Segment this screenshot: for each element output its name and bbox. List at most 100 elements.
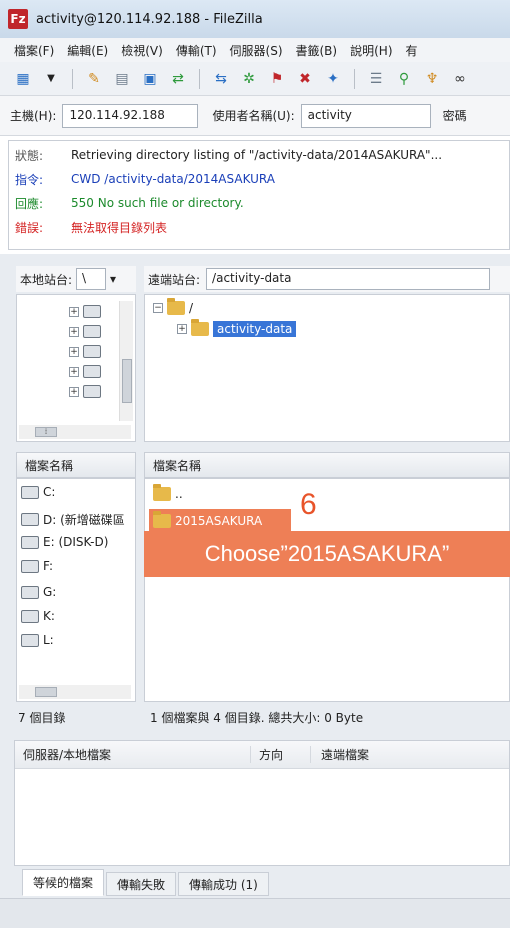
- drive-icon: [21, 585, 39, 599]
- queue-tabs: 等候的檔案 傳輸失敗 傳輸成功 (1): [14, 866, 510, 896]
- folder-icon: [167, 298, 185, 315]
- expand-icon[interactable]: +: [69, 306, 79, 317]
- list-item[interactable]: K:: [21, 609, 55, 623]
- tree-node-drive[interactable]: +: [69, 345, 101, 358]
- menu-bookmarks[interactable]: 書籤(B): [296, 42, 338, 59]
- tab-successful-transfers[interactable]: 傳輸成功 (1): [178, 872, 269, 896]
- compare-directories-icon[interactable]: ⚲: [393, 68, 415, 90]
- host-input[interactable]: 120.114.92.188: [62, 103, 199, 128]
- toggle-remote-tree-icon[interactable]: ▣: [139, 68, 161, 90]
- menu-edit[interactable]: 編輯(E): [67, 42, 108, 59]
- sync-browsing-icon[interactable]: ♆: [421, 68, 443, 90]
- quickconnect-bar: 主機(H): 120.114.92.188 使用者名稱(U): activity…: [0, 96, 510, 136]
- log-text: 550 No such file or directory.: [71, 196, 244, 210]
- list-item[interactable]: G:: [21, 585, 56, 599]
- local-directory-tree: + + + + + ⁞: [16, 294, 136, 442]
- drive-icon: [21, 485, 39, 499]
- menu-server[interactable]: 伺服器(S): [230, 42, 283, 59]
- tree-node-drive[interactable]: +: [69, 305, 101, 318]
- menu-more[interactable]: 有: [406, 42, 418, 59]
- list-item-label: ..: [175, 487, 183, 501]
- chevron-down-icon[interactable]: ▾: [110, 272, 116, 286]
- chevron-down-icon[interactable]: ▼: [40, 68, 62, 90]
- drive-icon: [83, 345, 101, 358]
- cancel-icon[interactable]: ⚑: [266, 68, 288, 90]
- directory-listing-filters-icon[interactable]: ☰: [365, 68, 387, 90]
- toolbar-separator: [72, 68, 73, 89]
- toggle-local-tree-icon[interactable]: ▤: [111, 68, 133, 90]
- list-item-2015asakura[interactable]: 2015ASAKURA: [149, 509, 291, 533]
- collapse-icon[interactable]: −: [153, 303, 163, 313]
- annotation-callout: Choose”2015ASAKURA”: [144, 531, 510, 577]
- local-list-header-filename[interactable]: 檔案名稱: [16, 452, 136, 478]
- queue-col-remote[interactable]: 遠端檔案: [311, 746, 369, 763]
- expand-icon[interactable]: +: [69, 366, 79, 377]
- log-label: 回應:: [15, 196, 44, 211]
- log-text: 無法取得目錄列表: [71, 220, 168, 235]
- local-site-bar: 本地站台: \ ▾: [16, 266, 136, 292]
- queue-col-direction[interactable]: 方向: [251, 746, 311, 763]
- list-item-label: E: (DISK-D): [43, 535, 109, 549]
- list-item[interactable]: L:: [21, 633, 54, 647]
- local-list-status: 7 個目錄: [18, 710, 66, 725]
- expand-icon[interactable]: +: [69, 386, 79, 397]
- process-queue-icon[interactable]: ✲: [238, 68, 260, 90]
- menu-transfer[interactable]: 傳輸(T): [176, 42, 217, 59]
- list-item-label: G:: [43, 585, 57, 599]
- tree-node-drive[interactable]: +: [69, 365, 101, 378]
- scrollbar-thumb[interactable]: ⁞: [35, 427, 57, 437]
- queue-col-server[interactable]: 伺服器/本地檔案: [15, 746, 251, 763]
- menu-help[interactable]: 說明(H): [350, 42, 392, 59]
- remote-list-header-filename[interactable]: 檔案名稱: [144, 452, 510, 478]
- list-item[interactable]: C:: [21, 485, 55, 499]
- tree-node-activity-data[interactable]: + activity-data: [177, 319, 297, 337]
- list-item[interactable]: F:: [21, 559, 53, 573]
- remote-site-input[interactable]: /activity-data: [206, 268, 491, 290]
- disconnect-icon[interactable]: ✖: [294, 68, 316, 90]
- site-manager-icon[interactable]: ▦: [12, 68, 34, 90]
- binoculars-icon[interactable]: ∞: [449, 68, 471, 90]
- filezilla-logo-icon: Fz: [8, 9, 28, 29]
- card-drive-icon: [21, 633, 39, 647]
- folder-icon: [153, 511, 171, 528]
- toggle-queue-icon[interactable]: ⇄: [167, 68, 189, 90]
- toggle-log-icon[interactable]: ✎: [83, 68, 105, 90]
- local-site-input[interactable]: \: [76, 268, 107, 290]
- log-line-error: 錯誤: 無法取得目錄列表: [15, 215, 503, 239]
- expand-icon[interactable]: +: [177, 324, 187, 334]
- list-item-parent[interactable]: ..: [153, 484, 183, 501]
- card-drive-icon: [21, 609, 39, 623]
- title-bar: Fz activity@120.114.92.188 - FileZilla: [0, 0, 510, 38]
- reconnect-icon[interactable]: ✦: [322, 68, 344, 90]
- list-item-label: D: (新增磁碟區: [43, 513, 125, 527]
- tree-node-root[interactable]: − /: [153, 298, 193, 315]
- menu-file[interactable]: 檔案(F): [14, 42, 54, 59]
- expand-icon[interactable]: +: [69, 346, 79, 357]
- local-tree-vertical-scrollbar[interactable]: [119, 301, 133, 421]
- tab-queued-files[interactable]: 等候的檔案: [22, 869, 105, 896]
- list-item-label: C:: [43, 485, 56, 499]
- refresh-icon[interactable]: ⇆: [210, 68, 232, 90]
- log-label: 指令:: [15, 172, 44, 187]
- tree-node-drive[interactable]: +: [69, 325, 101, 338]
- toolbar-separator: [199, 68, 200, 89]
- remote-site-bar: 遠端站台: /activity-data: [144, 266, 510, 292]
- list-item[interactable]: D: (新增磁碟區: [21, 511, 125, 528]
- scrollbar-thumb[interactable]: [35, 687, 57, 697]
- scrollbar-thumb[interactable]: [122, 359, 132, 403]
- local-list-horizontal-scrollbar[interactable]: [19, 685, 131, 699]
- username-label: 使用者名稱(U):: [212, 109, 295, 123]
- list-item[interactable]: E: (DISK-D): [21, 535, 108, 549]
- local-file-list: C: D: (新增磁碟區 E: (DISK-D) F: G: K: L:: [16, 478, 136, 702]
- tree-node-drive[interactable]: +: [69, 385, 101, 398]
- window-title: activity@120.114.92.188 - FileZilla: [36, 11, 263, 27]
- local-tree-horizontal-scrollbar[interactable]: ⁞: [19, 425, 131, 439]
- tab-failed-transfers[interactable]: 傳輸失敗: [106, 872, 177, 896]
- menu-view[interactable]: 檢視(V): [121, 42, 163, 59]
- log-line-status: 狀態: Retrieving directory listing of "/ac…: [15, 143, 503, 167]
- log-text: CWD /activity-data/2014ASAKURA: [71, 172, 275, 186]
- username-input[interactable]: activity: [300, 103, 431, 128]
- log-line-response: 回應: 550 No such file or directory.: [15, 191, 503, 215]
- drive-icon: [21, 513, 39, 526]
- expand-icon[interactable]: +: [69, 326, 79, 337]
